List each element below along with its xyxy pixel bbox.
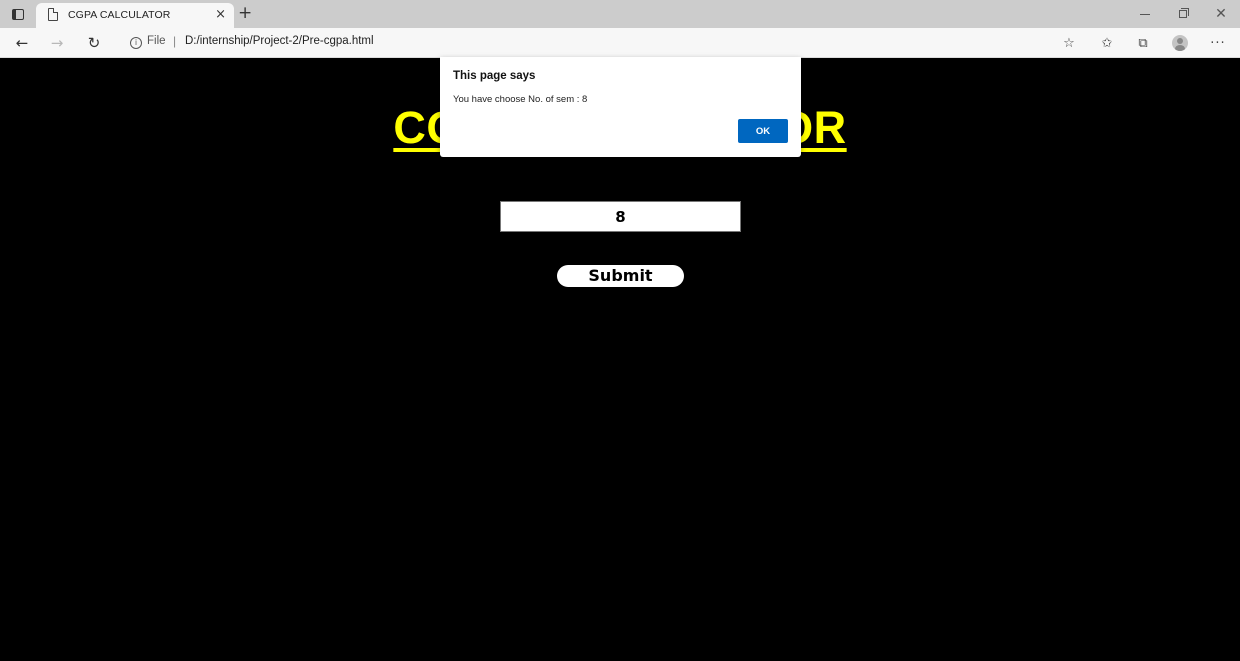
restore-button[interactable] — [1164, 0, 1202, 28]
avatar-icon — [1172, 35, 1188, 51]
close-window-button[interactable]: ✕ — [1202, 0, 1240, 28]
collections-icon[interactable]: ⧉ — [1134, 34, 1152, 52]
browser-toolbar: ← → ↻ i File | D:/internship/Project-2/P… — [0, 28, 1240, 58]
more-options-icon[interactable]: ··· — [1209, 34, 1227, 52]
new-tab-icon[interactable]: + — [238, 3, 252, 23]
semester-count-input[interactable] — [500, 201, 741, 232]
favorites-icon[interactable]: ✩ — [1098, 34, 1116, 52]
page-icon — [48, 8, 58, 21]
address-bar[interactable]: D:/internship/Project-2/Pre-cgpa.html — [185, 35, 374, 47]
profile-button[interactable] — [1171, 34, 1189, 52]
restore-icon — [1179, 8, 1189, 18]
alert-ok-button[interactable]: OK — [738, 119, 788, 143]
refresh-icon[interactable]: ↻ — [84, 33, 104, 53]
alert-title: This page says — [453, 70, 536, 82]
address-scheme[interactable]: File — [147, 35, 166, 47]
address-separator: | — [173, 34, 177, 48]
window-controls: ✕ — [1126, 0, 1240, 28]
browser-window: CGPA CALCULATOR × + ✕ ← → ↻ i File | D:/… — [0, 0, 1240, 661]
tab-close-icon[interactable]: × — [215, 7, 226, 23]
tab-actions-box — [12, 8, 24, 20]
alert-message: You have choose No. of sem : 8 — [453, 94, 588, 105]
info-icon[interactable]: i — [130, 37, 142, 49]
tab-actions-icon[interactable] — [10, 6, 26, 22]
minimize-button[interactable] — [1126, 0, 1164, 28]
minimize-icon — [1140, 13, 1150, 15]
forward-icon[interactable]: → — [47, 33, 67, 53]
add-favorite-icon[interactable]: ☆ — [1060, 34, 1078, 52]
close-icon: ✕ — [1215, 6, 1227, 22]
back-icon[interactable]: ← — [12, 33, 32, 53]
submit-button[interactable]: Submit — [557, 265, 684, 287]
active-tab[interactable]: CGPA CALCULATOR × — [36, 3, 234, 28]
tab-strip: CGPA CALCULATOR × + ✕ — [0, 0, 1240, 28]
tab-title: CGPA CALCULATOR — [68, 9, 171, 21]
alert-dialog: This page says You have choose No. of se… — [440, 57, 801, 157]
